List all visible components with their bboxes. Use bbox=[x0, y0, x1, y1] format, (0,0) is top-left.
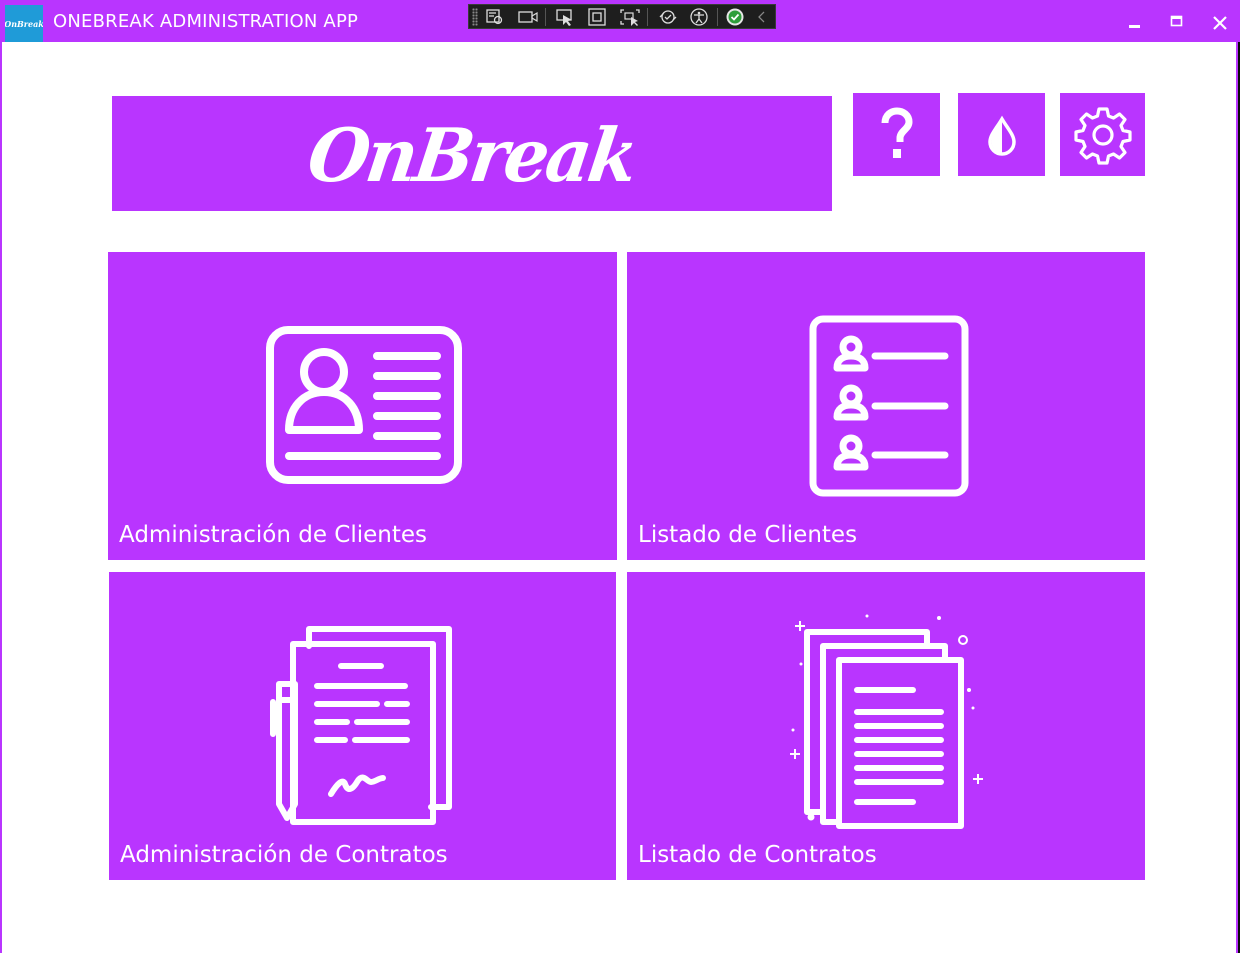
tile-label: Administración de Contratos bbox=[120, 842, 448, 868]
pointer-icon[interactable] bbox=[555, 8, 575, 26]
settings-button[interactable] bbox=[1060, 93, 1145, 176]
gear-icon bbox=[1073, 106, 1132, 165]
tile-label: Listado de Contratos bbox=[638, 842, 877, 868]
tile-label: Administración de Clientes bbox=[119, 522, 428, 548]
check-circle-icon[interactable] bbox=[725, 8, 745, 26]
title-bar[interactable]: OnBreak ONEBREAK ADMINISTRATION APP bbox=[2, 0, 1240, 42]
hot-reload-icon[interactable] bbox=[657, 8, 677, 26]
tile-administracion-contratos[interactable]: Administración de Contratos bbox=[109, 572, 616, 880]
droplet-icon bbox=[987, 115, 1016, 156]
debug-toolbar[interactable] bbox=[468, 4, 776, 29]
toolbar-separator bbox=[647, 8, 648, 26]
toolbar-grip-icon[interactable] bbox=[472, 8, 478, 26]
svg-text:OnBreak: OnBreak bbox=[5, 19, 43, 29]
brand-banner: OnBreak bbox=[112, 96, 832, 211]
logo-text: OnBreak bbox=[303, 111, 641, 200]
question-icon bbox=[881, 106, 913, 158]
maximize-icon[interactable] bbox=[1164, 10, 1190, 36]
video-icon[interactable] bbox=[517, 8, 538, 26]
track-focus-icon[interactable] bbox=[619, 8, 640, 26]
id-card-icon bbox=[266, 326, 462, 484]
contract-sign-icon bbox=[270, 626, 452, 825]
onbreak-logo: OnBreak bbox=[112, 96, 832, 211]
tile-label: Listado de Clientes bbox=[638, 522, 858, 548]
app-logo-icon: OnBreak bbox=[5, 5, 43, 42]
window-title: ONEBREAK ADMINISTRATION APP bbox=[53, 11, 359, 32]
help-button[interactable] bbox=[853, 93, 940, 176]
bounding-box-icon[interactable] bbox=[587, 8, 607, 26]
minimize-icon[interactable] bbox=[1122, 10, 1148, 36]
tile-listado-contratos[interactable]: Listado de Contratos bbox=[627, 572, 1145, 880]
client-list-icon bbox=[809, 315, 969, 497]
tile-administracion-clientes[interactable]: Administración de Clientes bbox=[108, 252, 617, 560]
app-window: OnBreak ONEBREAK ADMINISTRATION APP OnBr… bbox=[0, 0, 1240, 953]
chevron-left-icon[interactable] bbox=[755, 8, 775, 26]
toolbar-separator bbox=[717, 8, 718, 26]
select-element-icon[interactable] bbox=[485, 8, 505, 26]
tile-listado-clientes[interactable]: Listado de Clientes bbox=[627, 252, 1145, 560]
documents-stack-icon bbox=[790, 614, 983, 829]
toolbar-separator bbox=[545, 8, 546, 26]
accessibility-icon[interactable] bbox=[689, 8, 709, 26]
close-icon[interactable] bbox=[1207, 10, 1233, 36]
theme-button[interactable] bbox=[958, 93, 1045, 176]
